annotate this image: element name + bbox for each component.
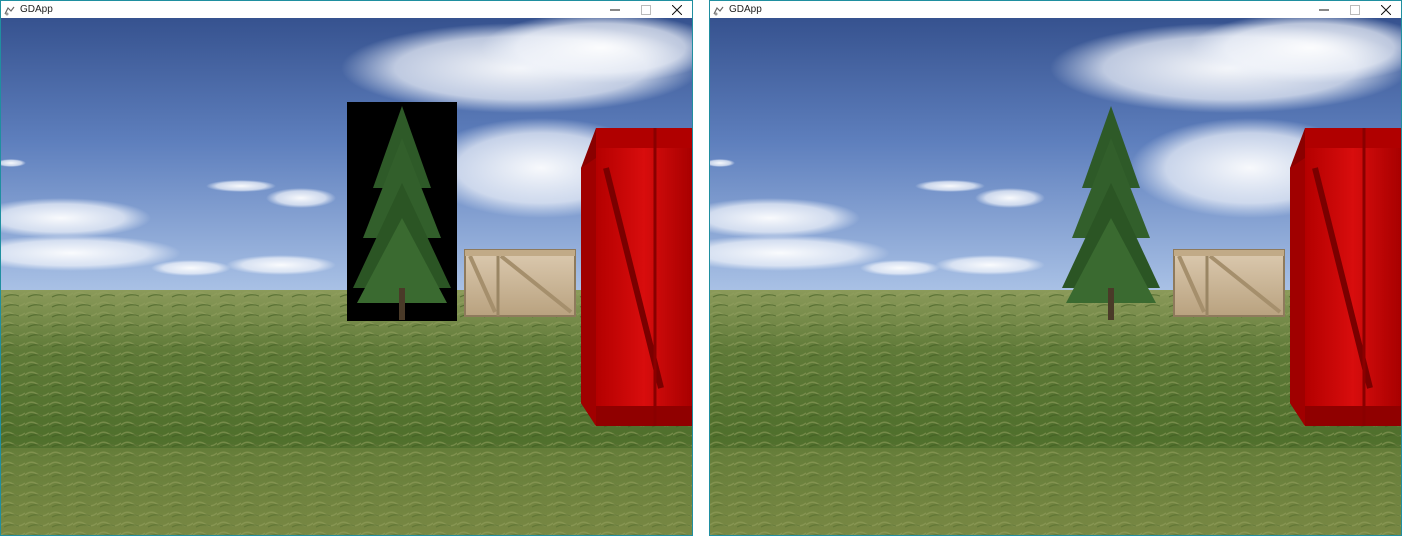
game-window-left: GDApp bbox=[0, 0, 693, 536]
tree-billboard bbox=[347, 102, 457, 321]
app-icon bbox=[4, 4, 16, 16]
game-viewport[interactable] bbox=[1, 18, 692, 535]
maximize-icon[interactable] bbox=[1339, 1, 1370, 18]
wood-crate bbox=[1173, 249, 1285, 317]
red-crate bbox=[1290, 128, 1401, 426]
window-controls bbox=[599, 1, 692, 18]
game-viewport[interactable] bbox=[710, 18, 1401, 535]
close-icon[interactable] bbox=[1370, 1, 1401, 18]
game-window-right: GDApp bbox=[709, 0, 1402, 536]
close-icon[interactable] bbox=[661, 1, 692, 18]
red-crate bbox=[581, 128, 692, 426]
window-title: GDApp bbox=[729, 4, 762, 15]
minimize-icon[interactable] bbox=[1308, 1, 1339, 18]
app-icon bbox=[713, 4, 725, 16]
window-title: GDApp bbox=[20, 4, 53, 15]
maximize-icon[interactable] bbox=[630, 1, 661, 18]
wood-crate bbox=[464, 249, 576, 317]
title-bar[interactable]: GDApp bbox=[710, 1, 1401, 18]
title-bar[interactable]: GDApp bbox=[1, 1, 692, 18]
window-controls bbox=[1308, 1, 1401, 18]
minimize-icon[interactable] bbox=[599, 1, 630, 18]
